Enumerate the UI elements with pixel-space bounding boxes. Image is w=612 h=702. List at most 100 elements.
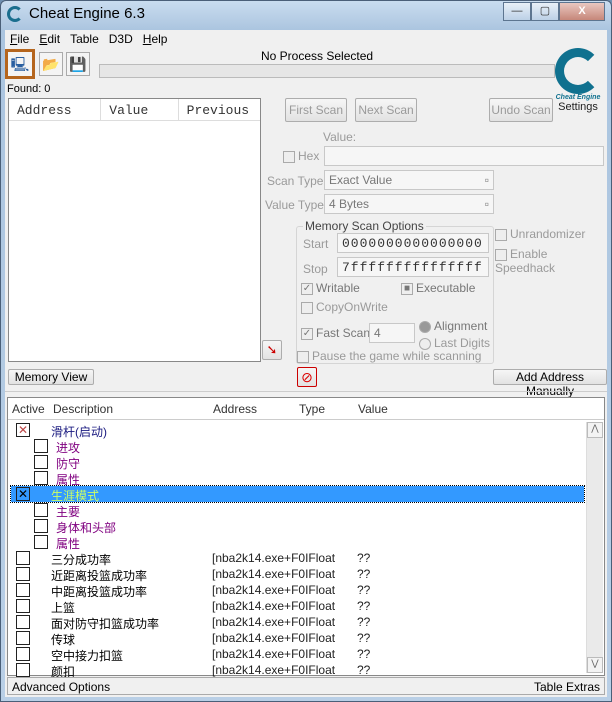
undo-scan-button[interactable]: Undo Scan: [489, 98, 553, 122]
table-row[interactable]: 身体和头部: [11, 518, 584, 535]
row-value: ??: [357, 551, 371, 565]
col-previous[interactable]: Previous: [179, 99, 260, 120]
found-count: Found: 0: [7, 83, 51, 95]
table-row[interactable]: 上篮 [nba2k14.exe+F0IFloat ??: [11, 598, 584, 615]
active-checkbox[interactable]: [16, 583, 30, 597]
table-row[interactable]: 颜扣 [nba2k14.exe+F0IFloat ??: [11, 662, 584, 679]
hex-checkbox[interactable]: Hex: [283, 149, 319, 163]
row-address: [nba2k14.exe+F0IFloat: [212, 647, 336, 661]
menu-d3d[interactable]: D3D: [104, 30, 138, 48]
minimize-button[interactable]: —: [503, 2, 531, 21]
folder-open-icon: 📂: [42, 56, 60, 72]
active-checkbox[interactable]: [16, 615, 30, 629]
row-address: [nba2k14.exe+F0IFloat: [212, 551, 336, 565]
start-address-input[interactable]: 0000000000000000: [337, 233, 489, 253]
table-row[interactable]: 属性: [11, 534, 584, 551]
copyonwrite-checkbox[interactable]: CopyOnWrite: [301, 300, 388, 314]
executable-checkbox[interactable]: ■ Executable: [401, 281, 475, 295]
row-address: [nba2k14.exe+F0IFloat: [212, 599, 336, 613]
active-checkbox[interactable]: [16, 551, 30, 565]
active-checkbox[interactable]: ✕: [16, 487, 30, 501]
row-value: ??: [357, 663, 371, 677]
value-type-select[interactable]: 4 Bytes ▫: [324, 194, 494, 214]
dropdown-icon: ▫: [484, 173, 489, 187]
writable-checkbox[interactable]: ✓ Writable: [301, 281, 360, 295]
active-checkbox[interactable]: [16, 647, 30, 661]
active-checkbox[interactable]: [34, 455, 48, 469]
scroll-down-icon[interactable]: ⋁: [587, 657, 603, 673]
col-description[interactable]: Description: [53, 402, 113, 416]
save-button[interactable]: 💾: [66, 52, 90, 76]
menu-help[interactable]: Help: [138, 30, 173, 48]
select-process-button[interactable]: 🖳: [5, 49, 35, 79]
add-address-manually-button[interactable]: Add Address Manually: [493, 369, 607, 398]
open-button[interactable]: 📂: [39, 52, 63, 76]
active-checkbox[interactable]: [16, 567, 30, 581]
col-address[interactable]: Address: [9, 99, 102, 120]
cheat-table[interactable]: Active Description Address Type Value ✕ …: [7, 397, 605, 679]
active-checkbox[interactable]: [34, 503, 48, 517]
stop-icon-button[interactable]: ⊘: [297, 367, 317, 387]
menu-table[interactable]: Table: [65, 30, 104, 48]
settings-logo[interactable]: Cheat Engine Settings: [553, 48, 603, 113]
table-row[interactable]: 进攻: [11, 438, 584, 455]
scan-type-select[interactable]: Exact Value ▫: [324, 170, 494, 190]
table-extras-button[interactable]: Table Extras: [534, 680, 600, 694]
table-row[interactable]: ✕ 滑杆(启动): [11, 422, 584, 439]
settings-label: Settings: [558, 101, 598, 113]
active-checkbox[interactable]: ✕: [16, 423, 30, 437]
table-row[interactable]: 面对防守扣篮成功率 [nba2k14.exe+F0IFloat ??: [11, 614, 584, 631]
alignment-radio[interactable]: Alignment: [419, 319, 487, 333]
table-row[interactable]: 防守: [11, 454, 584, 471]
active-checkbox[interactable]: [34, 439, 48, 453]
col-active[interactable]: Active: [12, 402, 45, 416]
table-row[interactable]: 属性: [11, 470, 584, 487]
menu-edit[interactable]: Edit: [34, 30, 65, 48]
fast-scan-input[interactable]: 4: [369, 323, 415, 343]
splitter[interactable]: [5, 391, 607, 395]
vertical-scrollbar[interactable]: ⋀ ⋁: [586, 422, 603, 673]
bottom-bar: Advanced Options Table Extras: [7, 677, 605, 695]
col-value[interactable]: Value: [358, 402, 388, 416]
pause-checkbox[interactable]: Pause the game while scanning: [297, 349, 481, 363]
next-scan-button[interactable]: Next Scan: [355, 98, 417, 122]
first-scan-button[interactable]: First Scan: [285, 98, 347, 122]
active-checkbox[interactable]: [16, 599, 30, 613]
computer-icon: 🖳: [10, 56, 30, 72]
fast-scan-checkbox[interactable]: ✓ Fast Scan: [301, 326, 370, 340]
stop-label: Stop: [303, 262, 328, 276]
cheat-engine-logo-icon: [555, 48, 601, 94]
arrow-down-right-icon: ➘: [266, 342, 278, 357]
cheat-engine-icon: [7, 5, 23, 22]
advanced-options-button[interactable]: Advanced Options: [12, 680, 110, 694]
col-address[interactable]: Address: [213, 402, 257, 416]
col-value[interactable]: Value: [101, 99, 179, 120]
maximize-button[interactable]: ▢: [531, 2, 559, 21]
menu-file[interactable]: File: [5, 30, 34, 48]
unrandomizer-checkbox[interactable]: Unrandomizer: [495, 227, 585, 241]
active-checkbox[interactable]: [16, 663, 30, 677]
last-digits-radio[interactable]: Last Digits: [419, 336, 490, 350]
scroll-up-icon[interactable]: ⋀: [587, 422, 603, 438]
table-row[interactable]: 近距离投篮成功率 [nba2k14.exe+F0IFloat ??: [11, 566, 584, 583]
speedhack-checkbox[interactable]: Enable Speedhack: [495, 247, 607, 275]
row-address: [nba2k14.exe+F0IFloat: [212, 583, 336, 597]
table-row[interactable]: 传球 [nba2k14.exe+F0IFloat ??: [11, 630, 584, 647]
active-checkbox[interactable]: [16, 631, 30, 645]
table-row[interactable]: 中距离投篮成功率 [nba2k14.exe+F0IFloat ??: [11, 582, 584, 599]
active-checkbox[interactable]: [34, 519, 48, 533]
col-type[interactable]: Type: [299, 402, 325, 416]
close-button[interactable]: X: [559, 2, 605, 21]
row-value: ??: [357, 583, 371, 597]
table-row[interactable]: ✕ 生涯模式: [10, 485, 585, 503]
add-to-list-arrow-button[interactable]: ➘: [262, 340, 282, 360]
active-checkbox[interactable]: [34, 471, 48, 485]
table-row[interactable]: 三分成功率 [nba2k14.exe+F0IFloat ??: [11, 550, 584, 567]
active-checkbox[interactable]: [34, 535, 48, 549]
value-input[interactable]: [324, 146, 604, 166]
table-row[interactable]: 主要: [11, 502, 584, 519]
table-row[interactable]: 空中接力扣篮 [nba2k14.exe+F0IFloat ??: [11, 646, 584, 663]
scan-results-list[interactable]: Address Value Previous: [8, 98, 261, 362]
memory-view-button[interactable]: Memory View: [8, 369, 94, 385]
stop-address-input[interactable]: 7fffffffffffffff: [337, 257, 489, 277]
